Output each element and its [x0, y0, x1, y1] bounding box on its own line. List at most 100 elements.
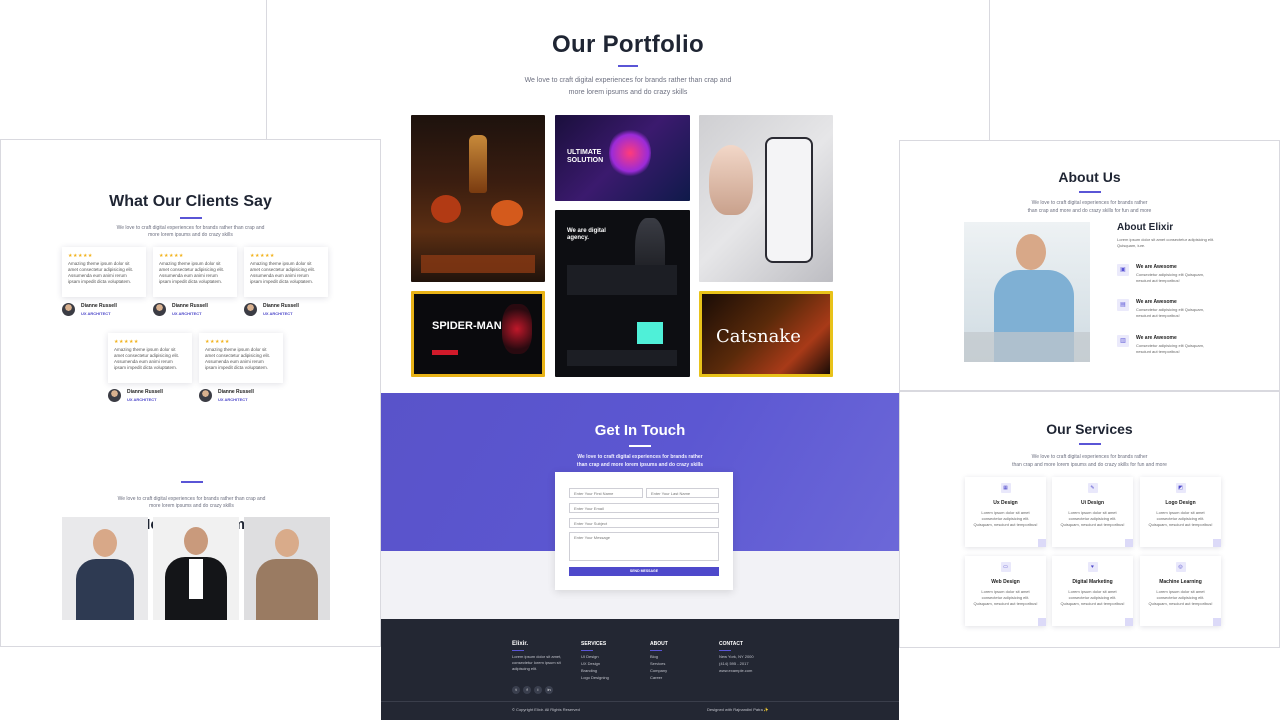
testimonial-text: Amazing theme ipsum dolor sit amet conse…: [205, 347, 271, 370]
team-member-photo[interactable]: [153, 517, 239, 620]
feature-text: Consectetur adipisicing elit Quisquam, n…: [1136, 343, 1205, 354]
subject-input[interactable]: Enter Your Subject: [569, 518, 719, 528]
services-subtitle: We love to craft digital experiences for…: [900, 453, 1279, 469]
about-feature: ▣ We are Awesome Consectetur adipisicing …: [1117, 264, 1216, 284]
footer-brand-text: Lorem ipsum dolor sit amet, consectetur …: [512, 654, 562, 671]
card-corner: [1038, 539, 1046, 547]
footer-link[interactable]: Blog: [650, 653, 668, 660]
ui-design-icon: ✎: [1087, 483, 1098, 493]
author-name: Dianne Russell: [263, 303, 299, 309]
subtitle-line: more lorem ipsums and do crazy skills: [149, 503, 234, 509]
testimonial-card: ★★★★★ Amazing theme ipsum dolor sit amet…: [199, 333, 283, 383]
rating-stars: ★★★★★: [250, 253, 275, 259]
testimonial-card: ★★★★★ Amazing theme ipsum dolor sit amet…: [153, 247, 237, 297]
bottle-shape: [469, 135, 487, 193]
heading-underline: [581, 650, 593, 651]
author-name: Dianne Russell: [81, 303, 117, 309]
feature-title: We are Awesome: [1136, 335, 1177, 341]
phone-mockup: [765, 137, 813, 263]
feature-icon: ▣: [1117, 264, 1129, 276]
portfolio-title: Our Portfolio: [552, 31, 704, 58]
rating-stars: ★★★★★: [68, 253, 93, 259]
subtitle-line: than crap and more lorem ipsums and do c…: [1012, 462, 1167, 468]
service-title: Web Design: [991, 579, 1020, 585]
tile-text: We are digital agency.: [567, 228, 606, 241]
footer-link[interactable]: Services: [650, 660, 668, 667]
team-member-photo[interactable]: [62, 517, 148, 620]
copyright-text: © Copyright Elixir. All Rights Reserved: [512, 707, 580, 712]
first-name-input[interactable]: Enter Your First Name: [569, 488, 643, 498]
portfolio-item-whiskey[interactable]: [411, 115, 545, 282]
fruit-shape: [431, 195, 461, 223]
footer-about-col: ABOUT Blog Services Company Career: [650, 641, 668, 681]
linkedin-icon[interactable]: in: [545, 686, 553, 694]
service-card[interactable]: ✎ Ui Design Lorem ipsum dolor sit amet c…: [1052, 477, 1133, 547]
tile-text: SPIDER-MAN: [432, 320, 502, 332]
service-text: Lorem ipsum dolor sit amet consectetur a…: [1060, 510, 1125, 527]
service-card[interactable]: ▭ Web Design Lorem ipsum dolor sit amet …: [965, 556, 1046, 626]
footer-link[interactable]: Career: [650, 674, 668, 681]
facebook-icon[interactable]: f: [523, 686, 531, 694]
testimonial-card: ★★★★★ Amazing theme ipsum dolor sit amet…: [108, 333, 192, 383]
feature-icon: ▥: [1117, 335, 1129, 347]
message-textarea[interactable]: Enter Your Message: [569, 532, 719, 561]
portfolio-item-mobile-app[interactable]: [699, 115, 833, 282]
heading-underline: [719, 650, 731, 651]
portfolio-item-spiderman[interactable]: SPIDER-MAN: [411, 291, 545, 377]
avatar: [244, 303, 257, 316]
subtitle-line: more lorem ipsums and do crazy skills: [568, 89, 688, 96]
service-title: Ux Design: [993, 500, 1018, 506]
subtitle-line: than crap and more and do crazy skills f…: [1027, 208, 1152, 214]
digital-marketing-icon: ♥: [1087, 562, 1098, 572]
card-corner: [1125, 618, 1133, 626]
about-intro: Lorem ipsum dolor sit amet consectetur a…: [1117, 237, 1215, 248]
head-shape: [275, 529, 299, 557]
testimonial-text: Amazing theme ipsum dolor sit amet conse…: [114, 347, 180, 370]
tile-text: ULTIMATE SOLUTION: [567, 149, 604, 164]
portfolio-item-ultimate[interactable]: ULTIMATE SOLUTION: [555, 115, 690, 201]
title-underline: [179, 217, 202, 219]
email-input[interactable]: Enter Your Email: [569, 503, 719, 513]
footer-link[interactable]: UX Design: [581, 660, 609, 667]
service-text: Lorem ipsum dolor sit amet consectetur a…: [973, 510, 1038, 527]
testimonial-author: Dianne Russell UX ARCHITECT: [108, 389, 163, 402]
subtitle-line: We love to craft digital experiences for…: [1031, 200, 1148, 206]
portfolio-item-catsnake[interactable]: Catsnake: [699, 291, 833, 377]
footer-contact-item[interactable]: www.example.com: [719, 667, 754, 674]
web-design-icon: ▭: [1000, 562, 1011, 572]
machine-learning-icon: ◎: [1175, 562, 1186, 572]
author-role: UX ARCHITECT: [172, 311, 202, 316]
service-card[interactable]: ◩ Logo Design Lorem ipsum dolor sit amet…: [1140, 477, 1221, 547]
author-role: UX ARCHITECT: [81, 311, 111, 316]
instagram-icon[interactable]: i: [534, 686, 542, 694]
services-section: Our Services We love to craft digital ex…: [899, 391, 1280, 648]
service-card[interactable]: ◎ Machine Learning Lorem ipsum dolor sit…: [1140, 556, 1221, 626]
testimonial-author: Dianne Russell UX ARCHITECT: [62, 303, 117, 316]
subtitle-line: We love to craft digital experiences for…: [1031, 454, 1148, 460]
twitter-icon[interactable]: t: [512, 686, 520, 694]
footer-link[interactable]: UI Design: [581, 653, 609, 660]
card-corner: [1213, 539, 1221, 547]
head-shape: [1016, 234, 1046, 270]
footer-link[interactable]: Branding: [581, 667, 609, 674]
subtitle-line: than crap and more lorem ipsums and do c…: [576, 462, 704, 468]
service-card[interactable]: ♥ Digital Marketing Lorem ipsum dolor si…: [1052, 556, 1133, 626]
service-card[interactable]: ▦ Ux Design Lorem ipsum dolor sit amet c…: [965, 477, 1046, 547]
footer-link[interactable]: Logo Designing: [581, 674, 609, 681]
author-name: Dianne Russell: [218, 389, 254, 395]
footer-contact-item: (414) 595 - 2017: [719, 661, 749, 666]
title-underline: [629, 445, 651, 447]
about-photo: [964, 222, 1090, 362]
last-name-input[interactable]: Enter Your Last Name: [646, 488, 719, 498]
fruit-shape: [491, 200, 523, 226]
author-role: UX ARCHITECT: [127, 397, 157, 402]
portfolio-item-agency[interactable]: We are digital agency.: [555, 210, 690, 377]
testimonial-author: Dianne Russell UX ARCHITECT: [244, 303, 299, 316]
rating-stars: ★★★★★: [159, 253, 184, 259]
about-feature: ▤ We are Awesome Consectetur adipisicing …: [1117, 299, 1216, 319]
team-member-photo[interactable]: [244, 517, 330, 620]
footer-link[interactable]: Company: [650, 667, 668, 674]
footer-logo[interactable]: Elixir.: [512, 641, 572, 647]
send-message-button[interactable]: SEND MESSAGE: [569, 567, 719, 576]
about-heading: About Elixir: [1117, 222, 1174, 233]
